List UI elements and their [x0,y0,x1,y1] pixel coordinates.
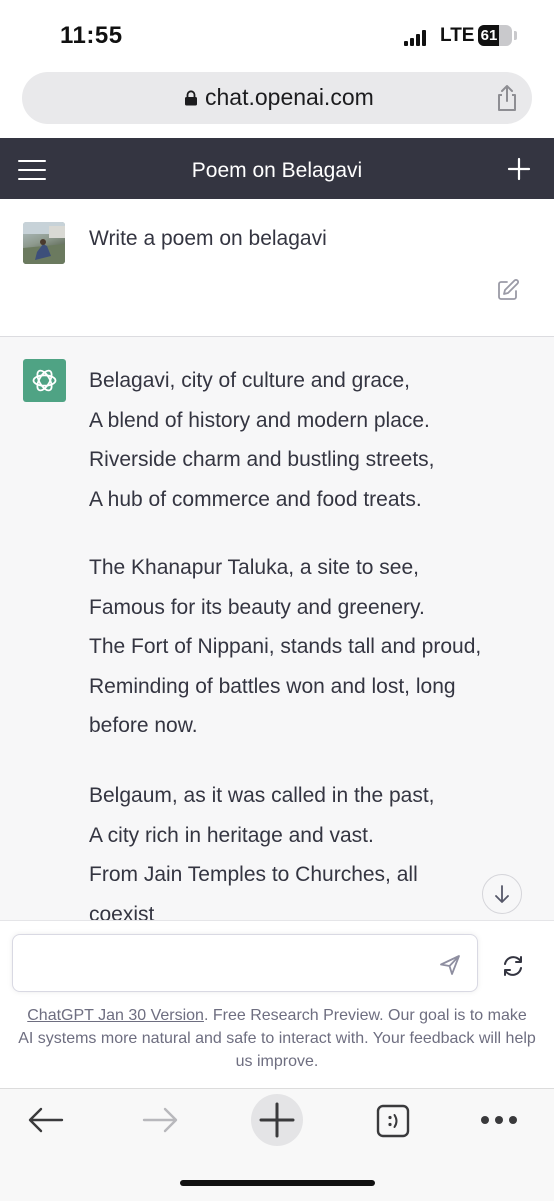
poem-line: before now. [89,714,198,737]
openai-logo-icon [23,359,66,402]
forward-arrow-icon[interactable] [140,1103,180,1137]
poem-line: A city rich in heritage and vast. [89,823,374,847]
poem-line: The Khanapur Taluka, a site to see, [89,556,419,579]
poem-line: Belgaum, as it was called in the past, [89,784,435,807]
edit-icon[interactable] [496,278,520,302]
arrow-down-icon [495,885,509,903]
poem-line: A hub of commerce and food treats. [89,487,422,511]
user-message-text: Write a poem on belagavi [89,227,327,250]
network-type: LTE [440,25,475,46]
poem-line: Belagavi, city of culture and grace, [89,369,411,392]
scroll-to-bottom-button[interactable] [482,874,522,914]
lock-icon [185,90,197,106]
cellular-signal-icon [404,30,426,46]
poem-line: The Fort of Nippani, stands tall and pro… [89,635,482,658]
poem-stanza: The Khanapur Taluka, a site to see, Famo… [89,548,539,746]
tabs-icon[interactable] [376,1104,410,1138]
user-message-row [0,199,554,337]
user-avatar [23,222,65,264]
url-text[interactable]: chat.openai.com [205,84,374,111]
home-indicator [180,1180,375,1186]
battery-nub [514,31,517,40]
new-tab-button[interactable] [251,1094,303,1146]
assistant-message-row: Belagavi, city of culture and grace, A b… [0,337,554,920]
poem-line: Riverside charm and bustling streets, [89,448,435,471]
poem-line: Famous for its beauty and greenery. [89,595,425,619]
disclaimer-text: ChatGPT Jan 30 Version. Free Research Pr… [18,1004,536,1073]
message-input-box[interactable] [12,934,478,992]
conversation-title: Poem on Belagavi [191,159,363,182]
poem-line: From Jain Temples to Churches, all [89,863,418,886]
plus-icon [259,1102,295,1138]
back-arrow-icon[interactable] [26,1103,66,1137]
plus-icon[interactable] [506,156,532,182]
battery-level: 61 [480,27,498,44]
refresh-icon[interactable] [500,953,526,979]
poem-line: A blend of history and modern place. [89,408,430,432]
message-input[interactable] [27,949,431,979]
battery-icon: 61 [478,25,512,46]
version-link[interactable]: ChatGPT Jan 30 Version [27,1007,204,1024]
send-icon[interactable] [438,953,462,977]
poem-line: coexist [89,902,155,921]
share-icon[interactable] [494,84,520,112]
more-icon[interactable] [478,1112,520,1128]
poem-stanza: Belagavi, city of culture and grace, A b… [89,361,539,519]
poem-stanza: Belgaum, as it was called in the past, A… [89,776,539,920]
status-time: 11:55 [60,22,123,49]
poem-line: Reminding of battles won and lost, long [89,674,456,698]
